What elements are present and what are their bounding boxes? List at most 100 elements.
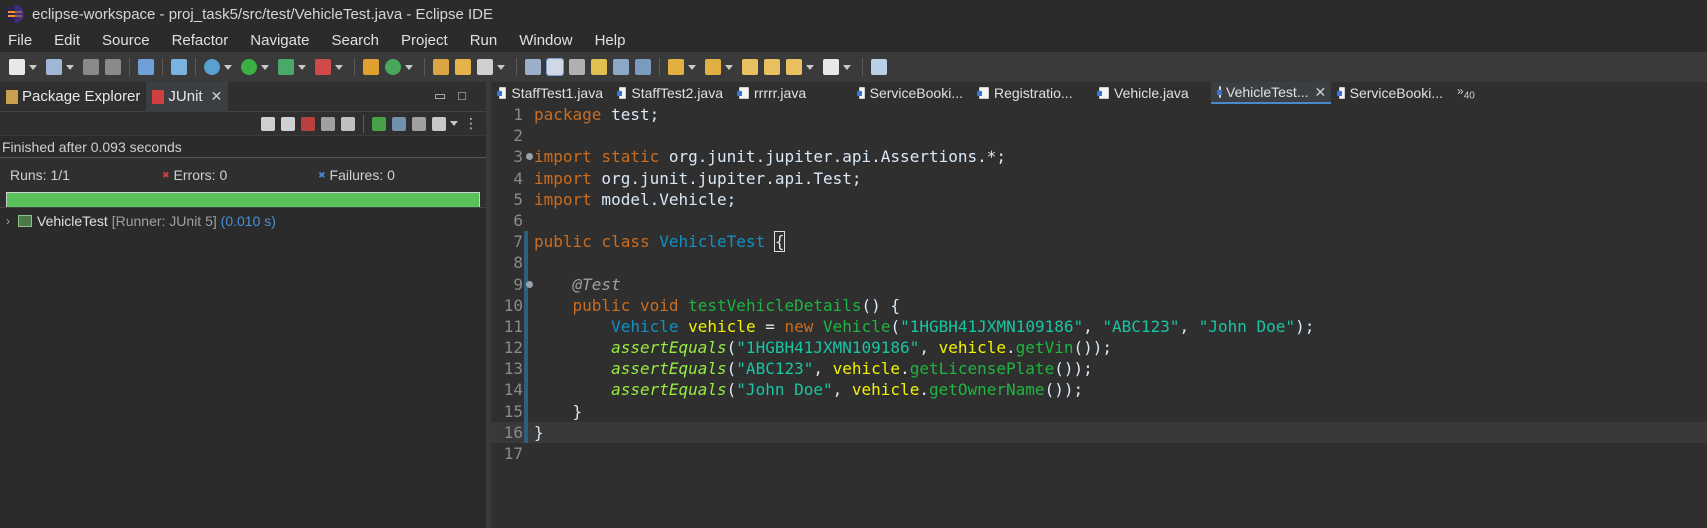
code-text: import static org.junit.jupiter.api.Asse… (528, 146, 1006, 167)
tab-label: StaffTest2.java (631, 85, 723, 101)
toggle-block-selection-icon[interactable] (569, 59, 585, 75)
test-duration: (0.010 s) (220, 213, 276, 229)
forward-icon[interactable] (823, 59, 839, 75)
open-type-icon[interactable] (433, 59, 449, 75)
back-icon[interactable] (786, 59, 802, 75)
tab-overflow-button[interactable]: »40 (1451, 84, 1475, 101)
new-project-icon[interactable] (46, 59, 62, 75)
errors-label: Errors: (173, 167, 216, 183)
line-number: 7 (513, 232, 523, 252)
save-icon[interactable] (83, 59, 99, 75)
forward-dropdown-icon[interactable] (843, 64, 851, 70)
back-to-edit-icon[interactable] (764, 59, 780, 75)
junit-toolbar: ⋮ (0, 112, 486, 136)
coverage-dropdown-icon[interactable] (298, 64, 306, 70)
toggle-breadcrumb-icon[interactable] (613, 59, 629, 75)
line-number: 12 (503, 338, 523, 358)
code-line: 9 @Test (491, 273, 1707, 295)
tab-servicebooking[interactable]: ServiceBooki... (851, 82, 971, 104)
code-line: 3 import static org.junit.jupiter.api.Ass… (491, 146, 1707, 167)
show-skipped-only-icon[interactable] (321, 116, 335, 131)
tab-stafftest1[interactable]: StaffTest1.java (491, 82, 611, 104)
tab-label: ServiceBooki... (1349, 85, 1443, 101)
menu-edit[interactable]: Edit (54, 32, 80, 49)
run-icon[interactable] (241, 59, 257, 75)
back-dropdown-icon[interactable] (806, 64, 814, 70)
show-failures-only-icon[interactable] (301, 116, 315, 131)
close-icon[interactable]: ✕ (1315, 84, 1327, 101)
toggle-word-wrap-icon[interactable] (591, 59, 607, 75)
external-tools-dropdown-icon[interactable] (335, 64, 343, 70)
console-icon[interactable] (138, 59, 154, 75)
menu-search[interactable]: Search (331, 32, 379, 49)
stop-icon[interactable] (412, 116, 426, 131)
toggle-mark-occurrences-icon[interactable] (546, 58, 564, 76)
variable: vehicle (938, 338, 1007, 358)
new-icon[interactable] (9, 59, 25, 75)
line-number-text: 3 (513, 147, 523, 167)
run-dropdown-icon[interactable] (261, 64, 269, 70)
history-dropdown-icon[interactable] (450, 121, 458, 126)
tab-vehicletest[interactable]: VehicleTest... ✕ (1211, 82, 1331, 104)
toggle-ant-editor-icon[interactable] (525, 59, 541, 75)
minimize-maximize-icon[interactable]: ▭□ (434, 88, 478, 104)
menu-project[interactable]: Project (401, 32, 448, 49)
new-project-dropdown-icon[interactable] (66, 64, 74, 70)
scroll-lock-icon[interactable] (341, 116, 355, 131)
menu-navigate[interactable]: Navigate (250, 32, 309, 49)
next-failure-icon[interactable] (261, 116, 275, 131)
new-java-package-icon[interactable] (363, 59, 379, 75)
tab-registration[interactable]: Registratio... (971, 82, 1091, 104)
close-icon[interactable]: ✕ (211, 88, 223, 105)
view-menu-icon[interactable]: ⋮ (464, 115, 478, 132)
tab-servicebooking-2[interactable]: ServiceBooki... (1331, 82, 1451, 104)
menu-window[interactable]: Window (519, 32, 572, 49)
new-java-class-icon[interactable] (385, 59, 401, 75)
next-annotation-dropdown-icon[interactable] (688, 64, 696, 70)
previous-failure-icon[interactable] (281, 116, 295, 131)
code-line: 13 assertEquals("ABC123", vehicle.getLic… (491, 358, 1707, 380)
new-class-dropdown-icon[interactable] (405, 64, 413, 70)
menu-source[interactable]: Source (102, 32, 150, 49)
menu-file[interactable]: File (8, 32, 32, 49)
previous-annotation-dropdown-icon[interactable] (725, 64, 733, 70)
rerun-test-icon[interactable] (372, 116, 386, 131)
tab-rrrrr[interactable]: rrrrr.java (731, 82, 851, 104)
chevron-right-icon[interactable]: › (6, 214, 10, 228)
previous-annotation-icon[interactable] (705, 59, 721, 75)
test-run-history-icon[interactable] (432, 116, 446, 131)
line-number: 9 (491, 274, 533, 295)
line-number: 1 (513, 105, 523, 124)
tab-vehicle[interactable]: Vehicle.java (1091, 82, 1211, 104)
search-dropdown-icon[interactable] (497, 64, 505, 70)
menu-help[interactable]: Help (595, 32, 626, 49)
menu-refactor[interactable]: Refactor (172, 32, 229, 49)
toolbar-separator (862, 58, 863, 76)
tab-stafftest2[interactable]: StaffTest2.java (611, 82, 731, 104)
tab-label: rrrrr.java (754, 85, 807, 101)
debug-dropdown-icon[interactable] (224, 64, 232, 70)
skip-breakpoints-icon[interactable] (171, 59, 187, 75)
debug-icon[interactable] (204, 59, 220, 75)
last-edit-location-icon[interactable] (742, 59, 758, 75)
code-line: 2 (491, 125, 1707, 146)
search-icon[interactable] (477, 59, 493, 75)
save-all-icon[interactable] (105, 59, 121, 75)
rerun-failed-first-icon[interactable] (392, 116, 406, 131)
fold-icon[interactable] (526, 280, 533, 288)
open-task-icon[interactable] (455, 59, 471, 75)
pin-editor-icon[interactable] (871, 59, 887, 75)
external-tools-icon[interactable] (315, 59, 331, 75)
show-whitespace-icon[interactable] (635, 59, 651, 75)
variable: vehicle (688, 316, 756, 336)
tab-package-explorer[interactable]: Package Explorer (0, 82, 146, 112)
new-dropdown-icon[interactable] (29, 64, 37, 70)
next-annotation-icon[interactable] (668, 59, 684, 75)
menu-run[interactable]: Run (470, 32, 498, 49)
code-editor[interactable]: 1 package test; 2 3 import static org.juni… (491, 104, 1707, 528)
run-status: Finished after 0.093 seconds (0, 136, 486, 158)
tab-junit[interactable]: JUnit ✕ (146, 81, 229, 112)
coverage-icon[interactable] (278, 59, 294, 75)
tree-item-vehicletest[interactable]: › VehicleTest [Runner: JUnit 5] (0.010 s… (0, 210, 486, 232)
